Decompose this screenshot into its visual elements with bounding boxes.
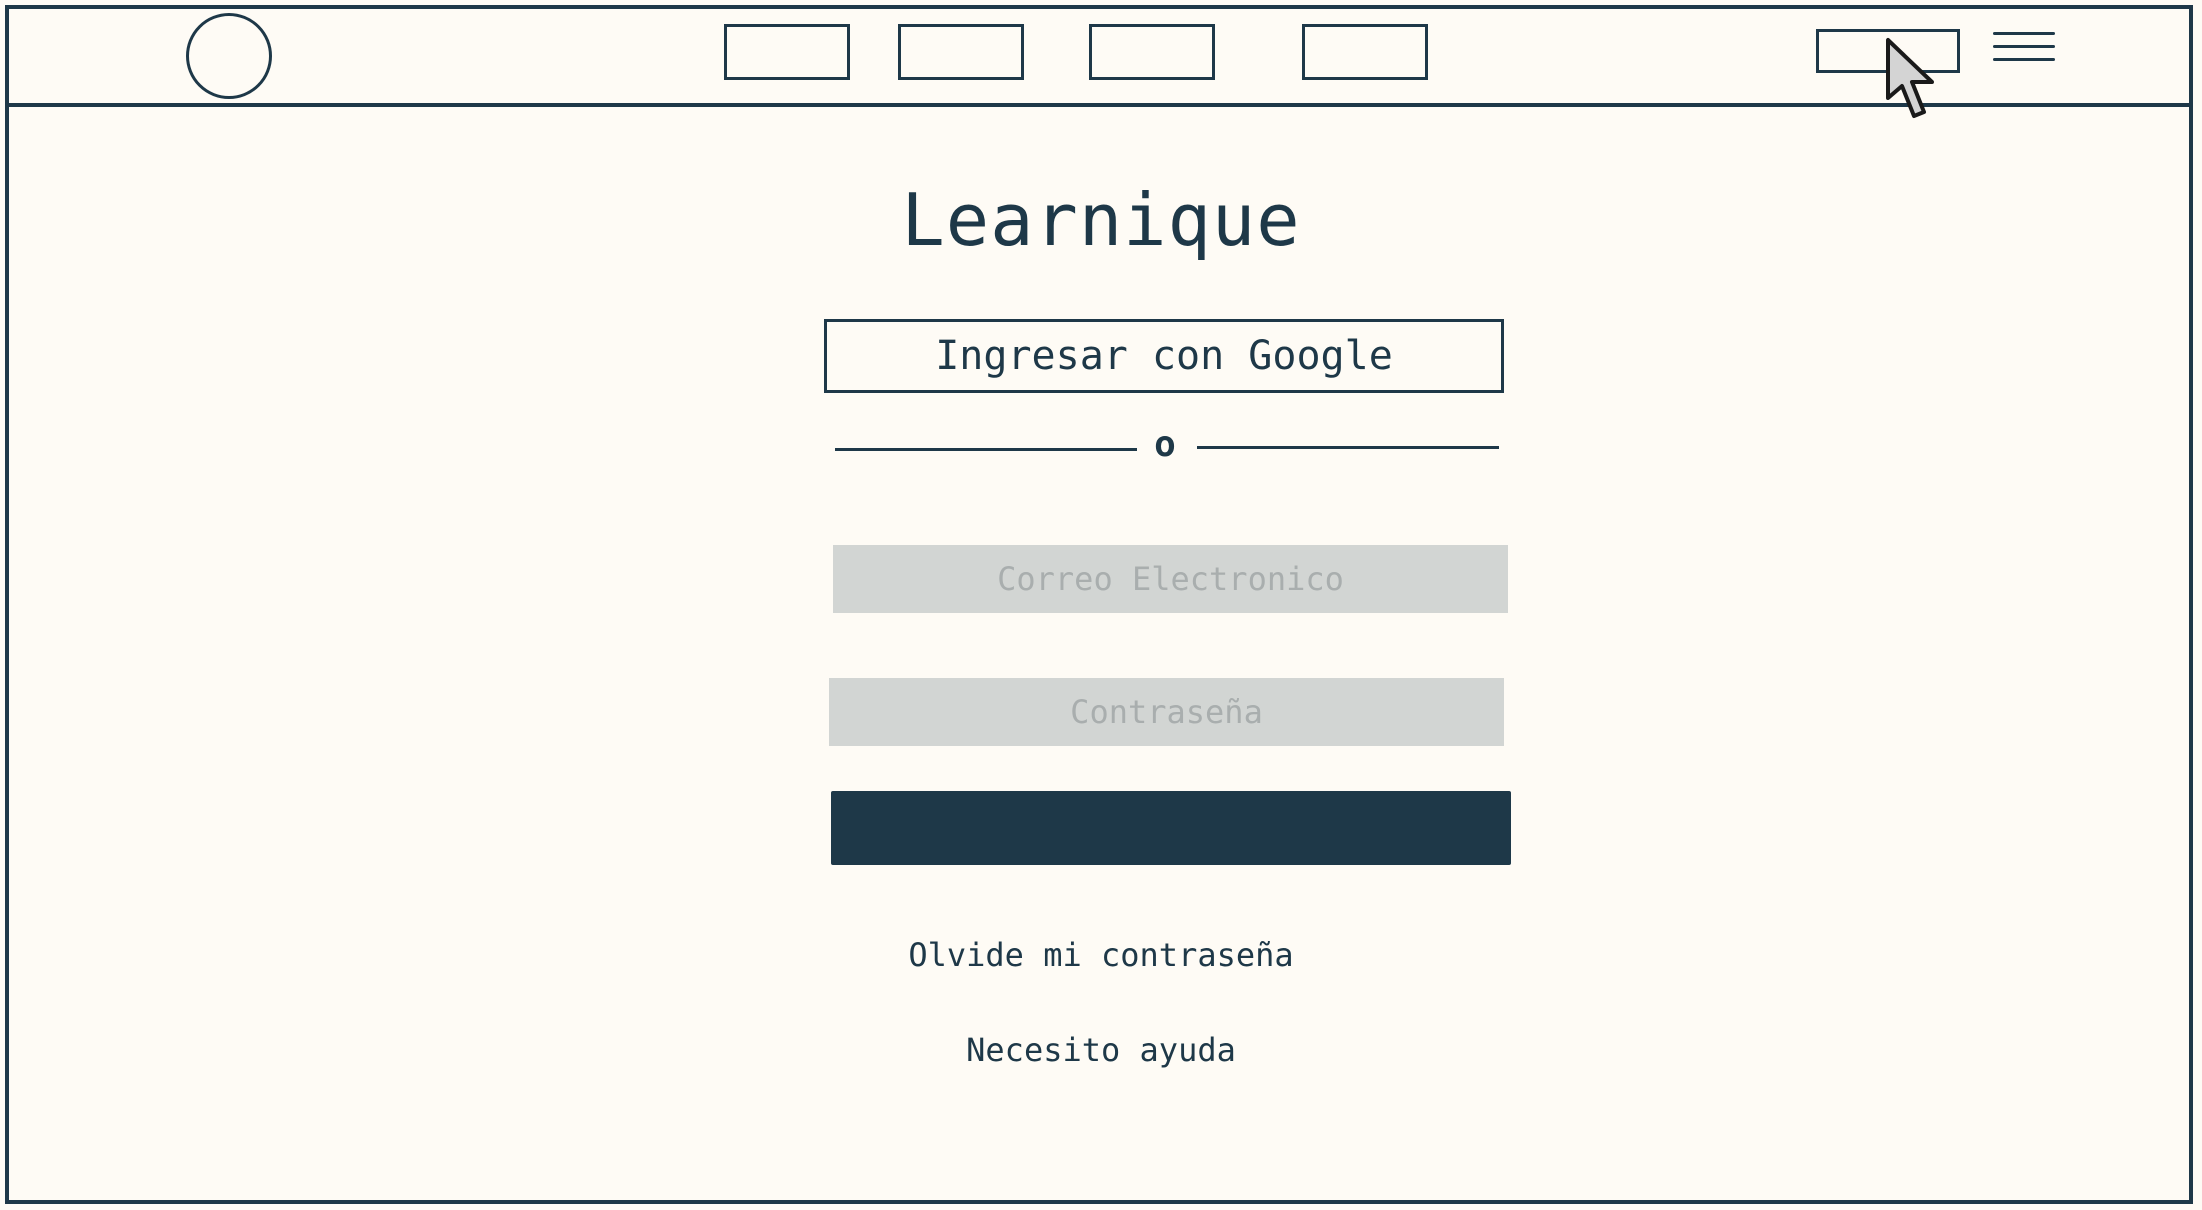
- separator-line-left: [835, 448, 1137, 451]
- nav-item-3[interactable]: [1089, 24, 1215, 80]
- nav-item-1[interactable]: [724, 24, 850, 80]
- help-link[interactable]: Necesito ayuda: [0, 1031, 2202, 1069]
- email-field[interactable]: [833, 545, 1508, 613]
- login-submit-button[interactable]: [831, 791, 1511, 865]
- separator-text: o: [1154, 424, 1176, 465]
- separator-line-right: [1197, 446, 1499, 449]
- hamburger-menu-icon[interactable]: [1993, 32, 2055, 64]
- password-field[interactable]: [829, 678, 1504, 746]
- nav-item-2[interactable]: [898, 24, 1024, 80]
- logo-placeholder[interactable]: [186, 13, 272, 99]
- mouse-pointer-icon: [1886, 38, 1934, 118]
- google-login-button[interactable]: Ingresar con Google: [824, 319, 1504, 393]
- app-title: Learnique: [901, 178, 1301, 262]
- google-login-label: Ingresar con Google: [935, 333, 1393, 379]
- forgot-password-link[interactable]: Olvide mi contraseña: [0, 936, 2202, 974]
- nav-item-4[interactable]: [1302, 24, 1428, 80]
